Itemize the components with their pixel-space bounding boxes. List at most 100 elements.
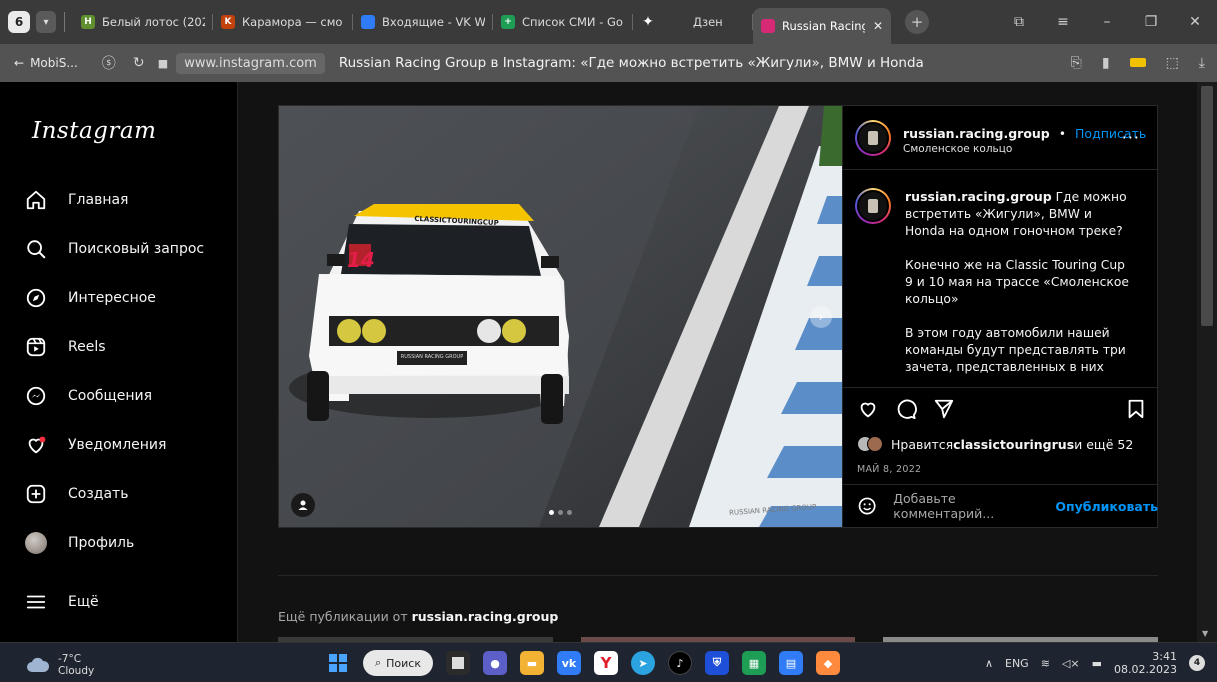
tab-manager-icon[interactable]: ⧉	[997, 14, 1041, 30]
carousel-dots	[549, 510, 572, 515]
copy-icon[interactable]: ⎘	[1071, 55, 1082, 71]
extensions-icon[interactable]: ⬚	[1166, 55, 1179, 71]
tiktok-icon[interactable]: ♪	[668, 651, 692, 675]
browser-tab[interactable]: Входящие - VK W	[353, 6, 493, 38]
sidebar-item-label: Профиль	[68, 535, 135, 551]
sidebar-item[interactable]: Главная	[24, 180, 128, 220]
new-tab-button[interactable]: +	[905, 10, 929, 34]
tagged-user-icon[interactable]	[291, 493, 315, 517]
tray-overflow-chevron-icon[interactable]: ∧	[985, 657, 993, 670]
wifi-icon[interactable]: ≋	[1041, 657, 1050, 670]
more-options-icon[interactable]: ···	[1122, 128, 1140, 147]
post-date[interactable]: МАЙ 8, 2022	[857, 464, 921, 475]
post-photo[interactable]: CLASSICTOURINGCUP 14 RUSSIAN RACING GROU…	[279, 106, 842, 527]
telegram-icon[interactable]: ➤	[631, 651, 655, 675]
tabs: H Белый лотос (202 K Карамора — смо Входящие…	[73, 0, 891, 44]
comment-icon[interactable]	[895, 398, 917, 420]
tab-title: Дзен	[693, 15, 723, 29]
sidebar-item[interactable]: Поисковый запрос	[24, 229, 204, 269]
sheets-icon[interactable]: ▦	[742, 651, 766, 675]
scroll-down-icon[interactable]: ▼	[1202, 629, 1208, 638]
tab-favicon-icon	[361, 15, 375, 29]
close-window-button[interactable]: ✕	[1173, 14, 1217, 30]
paint-icon[interactable]: ◆	[816, 651, 840, 675]
docs-icon[interactable]: ▤	[779, 651, 803, 675]
messenger-icon	[24, 384, 48, 408]
clock-time: 3:41	[1152, 650, 1177, 663]
taskbar-apps: ⌕ Поиск ● ▬ vk Y ➤ ♪ ⛨ ▦ ▤ ◆	[326, 650, 840, 676]
maximize-button[interactable]: ❐	[1129, 14, 1173, 30]
browser-tab[interactable]: K Карамора — смо	[213, 6, 353, 38]
back-button[interactable]: ← MobiS...	[14, 56, 78, 70]
sidebar-item[interactable]: Ещё	[24, 582, 99, 622]
security-shield-icon[interactable]: ⛨	[705, 651, 729, 675]
lock-icon[interactable]: ■	[158, 57, 168, 70]
url-field[interactable]: www.instagram.com	[176, 52, 325, 74]
emoji-icon[interactable]	[857, 495, 877, 517]
language-indicator[interactable]: ENG	[1005, 657, 1029, 670]
sidebar-item[interactable]: Профиль	[24, 523, 134, 563]
sidebar-item[interactable]: Интересное	[24, 278, 156, 318]
likes-suffix[interactable]: и ещё 52	[1074, 437, 1133, 452]
clock[interactable]: 3:41 08.02.2023	[1114, 650, 1177, 676]
notification-badge[interactable]: 4	[1189, 655, 1205, 671]
car-plate-text: RUSSIAN RACING GROUP	[400, 354, 464, 360]
browser-tab[interactable]: Russian Racing ✕	[753, 8, 891, 44]
browser-tab[interactable]: + Список СМИ - Go	[493, 6, 633, 38]
sidebar-item-label: Интересное	[68, 290, 156, 306]
windows-start-icon[interactable]	[326, 651, 350, 675]
screen: 6 ▾ H Белый лотос (202 K Карамора — смо Вход…	[0, 0, 1217, 682]
minimize-button[interactable]: –	[1085, 14, 1129, 30]
cloud-icon	[27, 657, 50, 672]
caption-username[interactable]: russian.racing.group	[905, 189, 1052, 204]
author-username[interactable]: russian.racing.group	[903, 126, 1050, 141]
tab-title: Russian Racing	[782, 19, 865, 33]
next-photo-chevron-icon[interactable]: ›	[810, 306, 832, 328]
carousel-dot	[558, 510, 563, 515]
tab-list-chevron-icon[interactable]: ▾	[36, 11, 56, 33]
save-bookmark-icon[interactable]	[1125, 398, 1147, 420]
tab-title: Входящие - VK W	[382, 15, 485, 29]
sidebar-item[interactable]: Reels	[24, 327, 106, 367]
tab-title: Карамора — смо	[242, 15, 343, 29]
author-avatar[interactable]	[855, 120, 891, 156]
instagram-logo[interactable]: Instagram	[32, 118, 156, 144]
vk-icon[interactable]: vk	[557, 651, 581, 675]
share-icon[interactable]	[933, 398, 955, 420]
comment-input[interactable]: Добавьте комментарий...	[893, 491, 1047, 521]
likes-user[interactable]: classictouringrus	[953, 437, 1074, 452]
menu-icon[interactable]: ≡	[1041, 14, 1085, 30]
battery-saver-icon[interactable]	[1129, 55, 1146, 71]
sidebar-item[interactable]: Создать	[24, 474, 128, 514]
reload-icon[interactable]: ↻	[124, 55, 154, 71]
download-icon[interactable]: ⤓	[1199, 55, 1205, 71]
likes-summary[interactable]: Нравится classictouringrus и ещё 52	[857, 436, 1133, 452]
post-location[interactable]: Смоленское кольцо	[903, 143, 1012, 155]
post-caption: russian.racing.group Где можно встретить…	[843, 170, 1158, 388]
sidebar-item[interactable]: Сообщения	[24, 376, 152, 416]
caption-avatar[interactable]	[855, 188, 891, 224]
more-posts-username[interactable]: russian.racing.group	[412, 609, 559, 624]
browser-tab[interactable]: H Белый лотос (202	[73, 6, 213, 38]
close-tab-icon[interactable]: ✕	[873, 19, 883, 33]
likes-prefix: Нравится	[891, 436, 954, 452]
publish-comment-button[interactable]: Опубликовать	[1055, 499, 1158, 514]
scrollbar-thumb[interactable]	[1201, 86, 1213, 326]
protect-icon[interactable]: ⓢ	[94, 53, 124, 73]
battery-icon[interactable]: ▬	[1092, 657, 1102, 670]
chat-icon[interactable]: ●	[483, 651, 507, 675]
sidebar-item[interactable]: Уведомления	[24, 425, 166, 465]
tab-count-button[interactable]: 6	[8, 11, 30, 33]
page-scrollbar[interactable]: ▼	[1197, 82, 1217, 642]
bookmark-icon[interactable]: ▮	[1102, 55, 1110, 71]
clock-date: 08.02.2023	[1114, 663, 1177, 676]
file-explorer-icon[interactable]: ▬	[520, 651, 544, 675]
browser-tab[interactable]: ✦ Дзен	[633, 6, 753, 38]
volume-icon[interactable]: ◁×	[1062, 657, 1080, 670]
task-view-icon[interactable]	[446, 651, 470, 675]
post-header-text: russian.racing.group • Подписать	[903, 123, 1146, 142]
taskbar-search[interactable]: ⌕ Поиск	[363, 650, 433, 676]
like-heart-icon[interactable]	[857, 398, 879, 420]
yandex-browser-icon[interactable]: Y	[594, 651, 618, 675]
weather-widget[interactable]: -7°C Cloudy	[26, 653, 94, 677]
